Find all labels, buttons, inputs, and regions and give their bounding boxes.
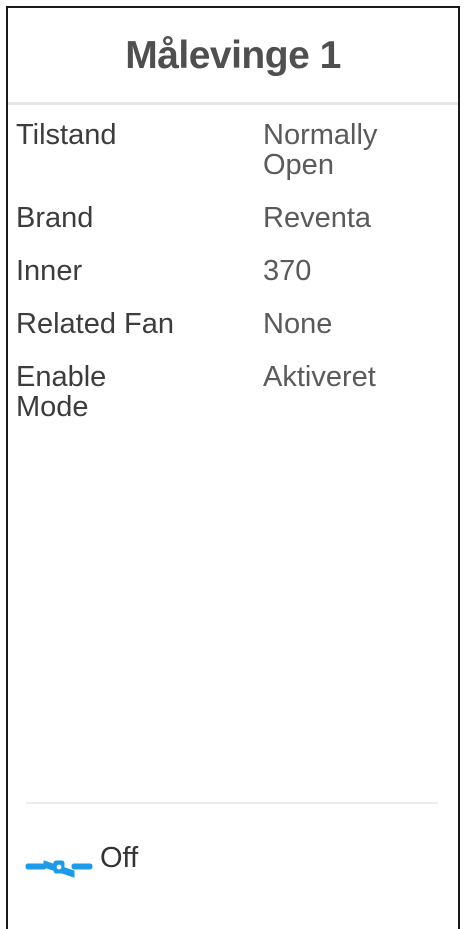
enable-mode-value: Aktiveret: [263, 361, 376, 393]
page-title: Målevinge 1: [125, 34, 341, 77]
details-list: Tilstand Normally Open Brand Reventa Inn…: [16, 120, 446, 445]
detail-row-related-fan: Related Fan None: [16, 309, 446, 339]
detail-row-state: Tilstand Normally Open: [16, 120, 446, 180]
related-fan-label: Related Fan: [16, 308, 174, 340]
detail-row-brand: Brand Reventa: [16, 203, 446, 233]
title-divider: [8, 102, 458, 105]
inner-value: 370: [263, 255, 312, 287]
state-value: Normally Open: [263, 119, 378, 181]
inner-label: Inner: [16, 255, 83, 287]
related-fan-value: None: [263, 308, 333, 340]
status-indicator: Off: [24, 842, 138, 883]
detail-row-enable-mode: Enable Mode Aktiveret: [16, 362, 446, 422]
status-text: Off: [100, 842, 139, 874]
state-label: Tilstand: [16, 119, 117, 151]
footer-divider: [26, 802, 438, 804]
damper-icon: [25, 859, 93, 878]
measuring-wing-panel: Målevinge 1 Tilstand Normally Open Brand…: [6, 6, 460, 929]
brand-label: Brand: [16, 202, 94, 234]
brand-value: Reventa: [263, 202, 372, 234]
detail-row-inner: Inner 370: [16, 256, 446, 286]
enable-mode-label: Enable Mode: [16, 361, 107, 423]
